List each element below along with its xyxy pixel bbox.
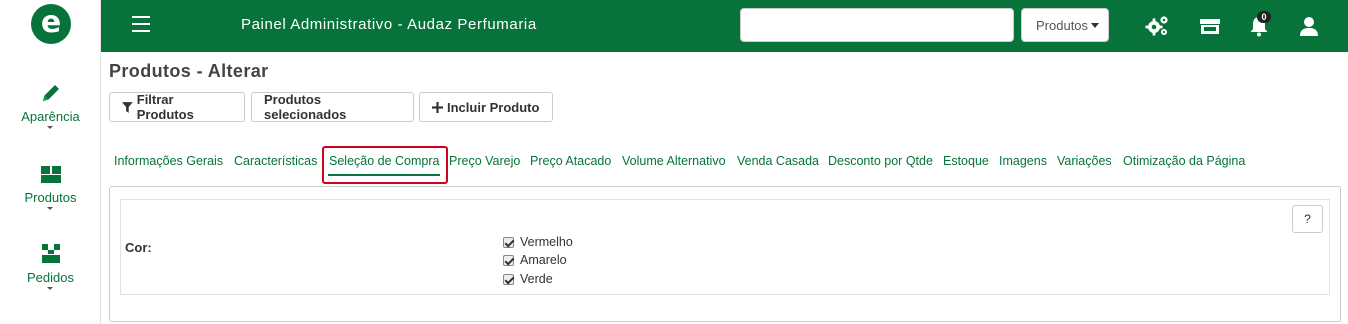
user-icon[interactable] bbox=[1297, 14, 1321, 38]
tab-desconto-por-qtde[interactable]: Desconto por Qtde bbox=[828, 154, 933, 168]
checkbox-checked[interactable] bbox=[503, 273, 514, 285]
settings-cogs-icon[interactable] bbox=[1145, 14, 1169, 38]
selected-products-label: Produtos selecionados bbox=[264, 92, 347, 122]
checkbox-checked[interactable] bbox=[503, 254, 514, 266]
network-icon bbox=[41, 244, 60, 263]
option-label: Vermelho bbox=[520, 235, 573, 249]
highlight-box bbox=[322, 146, 448, 184]
sidebar-item-label: Produtos bbox=[24, 190, 77, 210]
app-title: Painel Administrativo - Audaz Perfumaria bbox=[241, 16, 537, 33]
notification-badge: 0 bbox=[1257, 11, 1271, 23]
chevron-down-icon bbox=[1091, 23, 1099, 28]
search-input[interactable] bbox=[740, 8, 1014, 42]
plus-icon bbox=[432, 101, 443, 113]
filter-products-button[interactable]: Filtrar Produtos bbox=[109, 92, 245, 122]
option-amarelo[interactable]: Amarelo bbox=[503, 253, 567, 267]
form-group bbox=[120, 199, 1330, 295]
pencil-icon bbox=[42, 85, 59, 101]
app-logo[interactable]: e bbox=[31, 4, 71, 44]
search-type-value: Produtos bbox=[1036, 18, 1089, 33]
menu-icon[interactable] bbox=[132, 16, 150, 32]
option-label: Verde bbox=[520, 272, 553, 286]
tab-variacoes[interactable]: Variações bbox=[1057, 154, 1112, 168]
tab-volume-alternativo[interactable]: Volume Alternativo bbox=[622, 154, 726, 168]
page-title: Produtos - Alterar bbox=[109, 61, 269, 81]
help-button[interactable]: ? bbox=[1292, 205, 1323, 233]
sidebar-item-produtos[interactable]: Produtos bbox=[0, 162, 101, 210]
store-icon[interactable] bbox=[1198, 14, 1222, 38]
boxes-icon bbox=[40, 166, 61, 183]
option-verde[interactable]: Verde bbox=[503, 272, 553, 286]
logo-letter: e bbox=[40, 4, 62, 40]
top-bar: Painel Administrativo - Audaz Perfumaria… bbox=[101, 0, 1348, 52]
option-vermelho[interactable]: Vermelho bbox=[503, 235, 573, 249]
sidebar-item-label: Pedidos bbox=[27, 270, 74, 290]
option-label: Amarelo bbox=[520, 253, 567, 267]
filter-products-label: Filtrar Produtos bbox=[136, 92, 194, 122]
add-product-button[interactable]: Incluir Produto bbox=[419, 92, 553, 122]
selected-products-button[interactable]: Produtos selecionados bbox=[251, 92, 414, 122]
color-field-label: Cor: bbox=[125, 240, 152, 255]
sidebar-item-pedidos[interactable]: Pedidos bbox=[0, 242, 101, 290]
tab-informacoes-gerais[interactable]: Informações Gerais bbox=[114, 154, 223, 168]
tab-imagens[interactable]: Imagens bbox=[999, 154, 1047, 168]
tab-venda-casada[interactable]: Venda Casada bbox=[737, 154, 819, 168]
tab-preco-varejo[interactable]: Preço Varejo bbox=[449, 154, 520, 168]
add-product-label: Incluir Produto bbox=[447, 99, 540, 115]
tab-estoque[interactable]: Estoque bbox=[943, 154, 989, 168]
sidebar-item-label: Aparência bbox=[21, 109, 80, 129]
tab-otimizacao-da-pagina[interactable]: Otimização da Página bbox=[1123, 154, 1245, 168]
sidebar: e Aparência Produtos Pedidos bbox=[0, 0, 101, 324]
search-type-select[interactable]: Produtos bbox=[1021, 8, 1109, 42]
sidebar-item-aparencia[interactable]: Aparência bbox=[0, 81, 101, 129]
tab-preco-atacado[interactable]: Preço Atacado bbox=[530, 154, 611, 168]
tab-caracteristicas[interactable]: Características bbox=[234, 154, 317, 168]
filter-icon bbox=[122, 101, 133, 113]
checkbox-checked[interactable] bbox=[503, 236, 514, 248]
